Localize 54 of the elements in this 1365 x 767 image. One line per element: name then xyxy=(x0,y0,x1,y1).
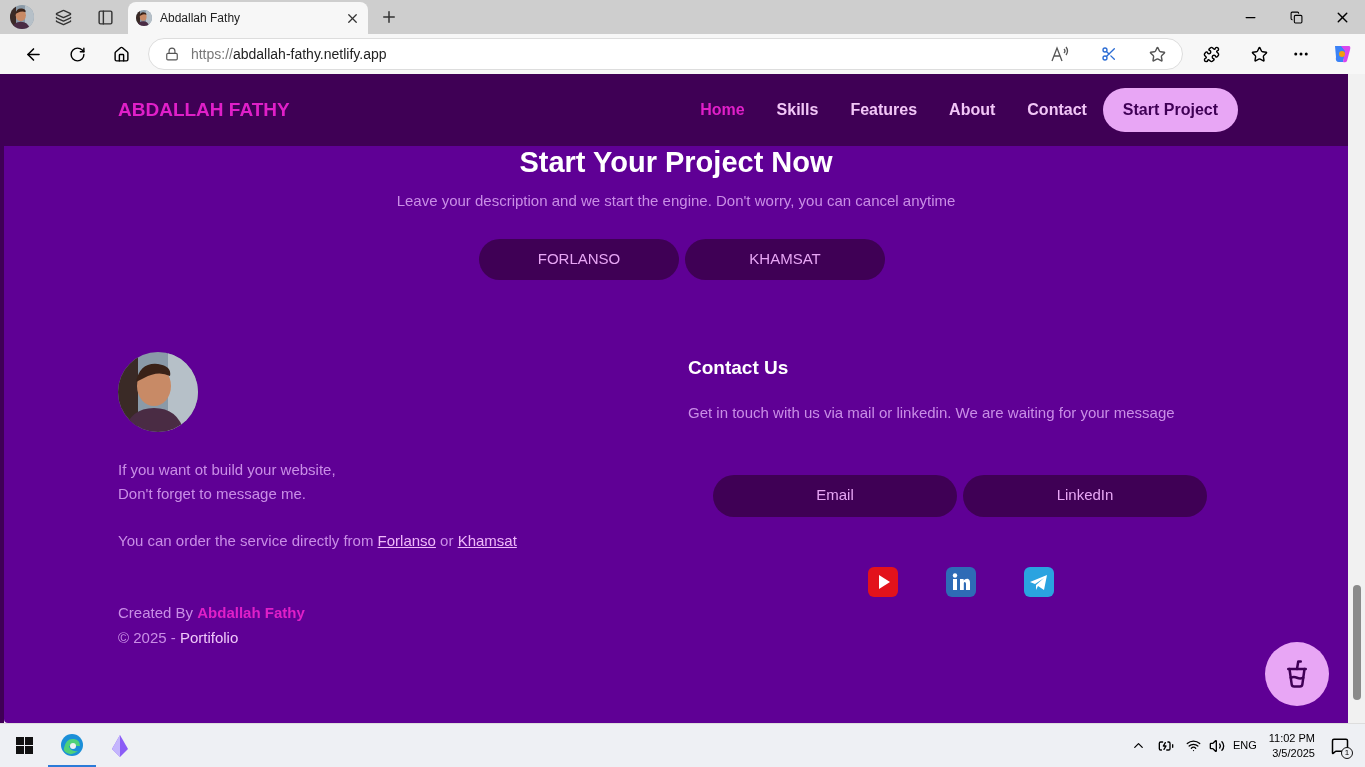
read-aloud-icon[interactable] xyxy=(1051,46,1070,62)
windows-logo-icon[interactable] xyxy=(15,737,33,754)
platform-button[interactable]: KHAMSAT xyxy=(685,238,885,280)
wifi-icon[interactable] xyxy=(1185,738,1201,753)
vertical-tabs-icon[interactable] xyxy=(96,8,114,26)
nav-link[interactable]: Home xyxy=(700,98,745,122)
clock-date: 3/5/2025 xyxy=(1272,745,1315,761)
contact-button[interactable]: LinkedIn xyxy=(963,474,1207,517)
nav-link[interactable]: About xyxy=(949,98,996,122)
copyright-text: © 2025 - Portifolio xyxy=(118,627,240,648)
scrollbar[interactable] xyxy=(1348,74,1365,723)
section-heading: Start Your Project Now xyxy=(519,146,833,178)
credit-text: Created By Abdallah Fathy xyxy=(118,603,306,623)
extensions-icon[interactable] xyxy=(1202,45,1220,63)
workspaces-icon[interactable] xyxy=(54,8,72,26)
tab-title: Abdallah Fathy xyxy=(160,10,242,27)
forlanso-link[interactable]: Forlanso xyxy=(377,531,436,549)
contact-text: Get in touch with us via mail or linkedin. We are waiting for your message xyxy=(688,403,1176,423)
clock-time: 11:02 PM xyxy=(1268,730,1315,746)
paper-plane-icon[interactable] xyxy=(1024,566,1054,597)
language-indicator[interactable]: ENG xyxy=(1232,737,1257,754)
reload-icon[interactable] xyxy=(69,45,87,63)
notifications-icon[interactable] xyxy=(1331,736,1349,755)
screenshot-icon[interactable] xyxy=(1101,46,1118,62)
address-bar[interactable]: https://abdallah-fathy.netlify.app xyxy=(147,38,1184,70)
crystal-app-icon[interactable] xyxy=(111,734,129,757)
nav-link[interactable]: Features xyxy=(850,98,918,122)
notification-count: 1 xyxy=(1341,746,1353,759)
order-text: You can order the service directly from Forlanso or Khamsat xyxy=(118,530,518,551)
favorite-star-icon[interactable] xyxy=(1149,45,1167,63)
nav-link[interactable]: Contact xyxy=(1027,98,1087,122)
section-subtitle: Leave your description and we start the engine. Don't worry, you can cancel anytime xyxy=(396,191,956,211)
url-text: https://abdallah-fathy.netlify.app xyxy=(190,44,388,64)
new-tab-icon[interactable] xyxy=(380,8,398,26)
favorites-icon[interactable] xyxy=(1250,45,1268,63)
volume-icon[interactable] xyxy=(1208,737,1225,754)
nav-link[interactable]: Skills xyxy=(776,98,819,122)
start-project-button[interactable]: Start Project xyxy=(1102,88,1238,132)
home-icon[interactable] xyxy=(113,45,131,63)
platform-button[interactable]: FORLANSO xyxy=(479,238,679,280)
linkedin-icon[interactable] xyxy=(946,566,976,597)
edge-browser-icon[interactable] xyxy=(60,732,84,757)
lock-icon xyxy=(164,47,179,61)
brand-logo[interactable]: ABDALLAH FATHY xyxy=(118,95,290,125)
contact-heading: Contact Us xyxy=(688,355,790,380)
contact-button[interactable]: Email xyxy=(713,474,957,517)
video-play-icon[interactable] xyxy=(868,566,898,597)
browser-tab[interactable]: Abdallah Fathy xyxy=(128,2,368,34)
scrollbar-thumb[interactable] xyxy=(1352,585,1361,700)
clock[interactable]: 11:02 PM 3/5/2025 xyxy=(1268,730,1315,761)
khamsat-link[interactable]: Khamsat xyxy=(457,531,517,549)
restore-icon[interactable] xyxy=(1289,10,1303,24)
about-text: If you want ot build your website, xyxy=(118,459,337,480)
about-text: Don't forget to message me. xyxy=(118,483,307,504)
